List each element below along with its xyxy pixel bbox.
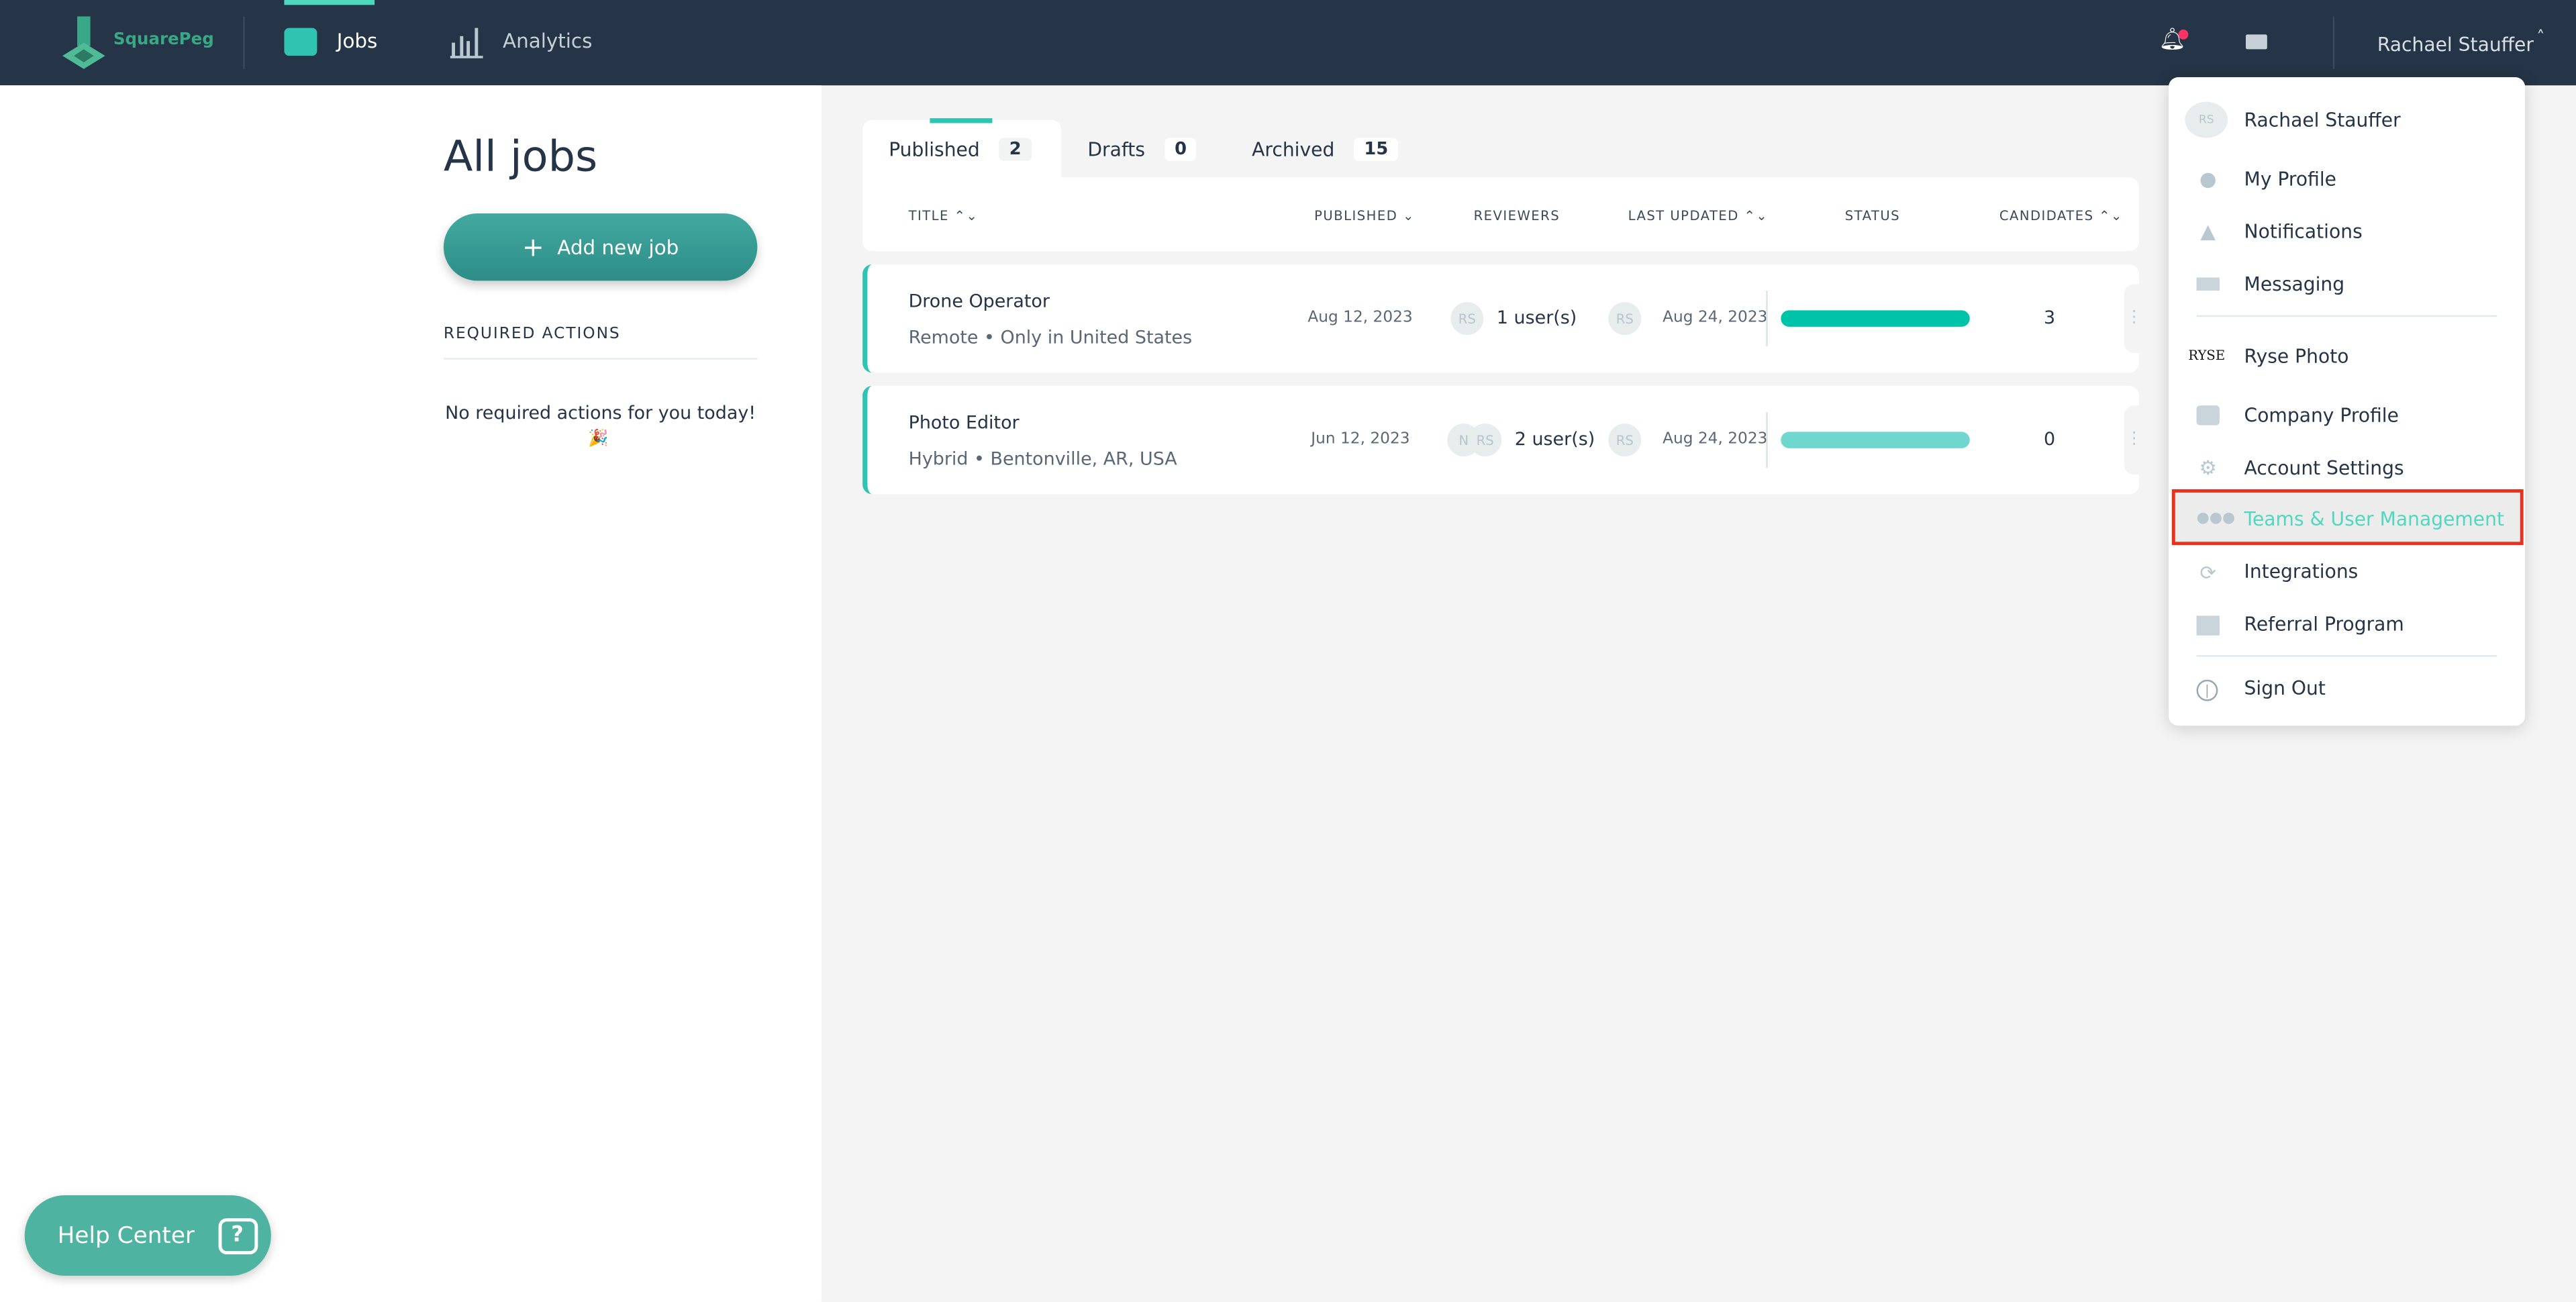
menu-account-settings[interactable]: Account Settings [2244,456,2404,479]
column-title[interactable]: TITLE ⌃⌄ [909,209,979,223]
tab-drafts[interactable]: Drafts 0 [1061,120,1223,179]
tab-label: Drafts [1087,138,1146,161]
published-date: Aug 12, 2023 [1307,308,1413,327]
help-chat-icon: ? [217,1217,258,1254]
party-emoji: 🎉 [588,430,609,448]
divider [2332,16,2335,69]
page-title: All jobs [443,133,598,183]
nav-jobs[interactable]: Jobs [337,30,378,52]
column-reviewers: REVIEWERS [1473,208,1561,223]
envelope-icon[interactable] [2246,34,2267,50]
logo-text[interactable]: SquarePeg [113,31,214,49]
briefcase-icon [284,28,317,56]
tab-count: 2 [999,138,1032,161]
tab-count: 0 [1165,138,1197,161]
help-center-label: Help Center [57,1222,195,1249]
tab-published[interactable]: Published 2 [862,119,1062,179]
required-actions-heading: REQUIRED ACTIONS [443,325,621,344]
analytics-icon [450,28,483,58]
column-last-updated[interactable]: LAST UPDATED ⌃⌄ [1628,209,1769,223]
status-bar [1781,310,1970,327]
tab-archived[interactable]: Archived 15 [1226,120,1424,179]
more-options-icon[interactable]: ⋮ [2124,405,2144,475]
person-icon: ● [2199,167,2217,191]
menu-my-profile[interactable]: My Profile [2244,168,2336,191]
column-published[interactable]: PUBLISHED ⌄ [1314,209,1415,223]
tab-count: 15 [1354,138,1398,161]
reviewer-avatar: RS [1450,302,1484,336]
active-nav-indicator [284,0,375,5]
tab-label: Archived [1252,138,1335,161]
last-updated-date: Aug 24, 2023 [1663,308,1768,327]
reviewers-count[interactable]: 1 user(s) [1497,307,1577,328]
status-bar [1781,432,1970,448]
table-row[interactable]: Photo Editor Hybrid • Bentonville, AR, U… [862,385,2144,495]
reviewers-count[interactable]: 2 user(s) [1515,429,1595,450]
team-icon: ●●● [2196,510,2236,528]
reviewer-avatar: RS [1469,423,1502,457]
user-dropdown-menu: RS Rachael Stauffer ● My Profile ▲ Notific… [2168,77,2526,726]
chevron-up-icon[interactable]: ˄ [2536,30,2544,48]
envelope-icon [2196,277,2220,291]
active-tab-indicator [930,118,993,123]
work-type: Remote [908,326,979,348]
candidates-count[interactable]: 3 [2044,307,2055,328]
candidates-count[interactable]: 0 [2044,429,2055,450]
menu-referral-program[interactable]: Referral Program [2244,613,2404,636]
add-new-job-label: Add new job [557,236,679,259]
notification-dot [2178,30,2189,40]
menu-messaging[interactable]: Messaging [2244,272,2345,295]
published-date: Jun 12, 2023 [1311,430,1410,448]
gear-icon: ⚙ [2199,456,2217,480]
location: Only in United States [1000,326,1193,348]
tab-label: Published [889,138,980,161]
gift-icon [2196,615,2220,636]
job-title[interactable]: Photo Editor [909,412,1020,434]
empty-message: No required actions for you today! [445,402,756,424]
updated-by-avatar: RS [1608,302,1642,336]
job-title[interactable]: Drone Operator [909,291,1050,312]
divider [243,16,245,69]
work-type: Hybrid [908,448,969,470]
column-candidates[interactable]: CANDIDATES ⌃⌄ [1999,209,2123,223]
menu-divider [2196,315,2497,317]
ryse-company-logo: RYSE [2188,348,2226,363]
top-nav: SquarePeg Jobs Analytics 🔔︎ Rachael Stau… [0,0,2576,86]
menu-company-profile[interactable]: Company Profile [2244,404,2399,427]
nav-analytics[interactable]: Analytics [503,30,592,52]
menu-divider [2196,655,2497,657]
menu-sign-out[interactable]: Sign Out [2244,677,2326,699]
menu-teams-user-management[interactable]: Teams & User Management [2244,507,2504,530]
sync-icon: ⟳ [2199,561,2217,585]
squarepeg-logo-icon[interactable] [62,13,111,72]
location: Bentonville, AR, USA [990,448,1177,470]
power-icon: | [2196,679,2218,701]
add-new-job-button[interactable]: + Add new job [443,213,758,281]
user-menu-toggle[interactable]: Rachael Stauffer [2377,33,2534,56]
menu-notifications[interactable]: Notifications [2244,220,2363,243]
column-status: STATUS [1844,208,1901,223]
menu-user-name: Rachael Stauffer [2244,108,2401,132]
divider [443,358,758,360]
menu-company-ryse-photo[interactable]: Ryse Photo [2244,345,2349,368]
updated-by-avatar: RS [1608,423,1642,457]
bell-icon: ▲ [2200,219,2216,244]
last-updated-date: Aug 24, 2023 [1663,430,1768,448]
user-avatar: RS [2185,101,2228,138]
plus-icon: + [522,231,544,263]
table-row[interactable]: Drone Operator Remote • Only in United S… [862,264,2144,373]
help-center-button[interactable]: Help Center? [24,1195,271,1276]
divider [1766,412,1768,468]
menu-integrations[interactable]: Integrations [2244,560,2359,583]
more-options-icon[interactable]: ⋮ [2124,284,2144,353]
divider [1766,291,1768,347]
building-icon [2196,405,2220,425]
